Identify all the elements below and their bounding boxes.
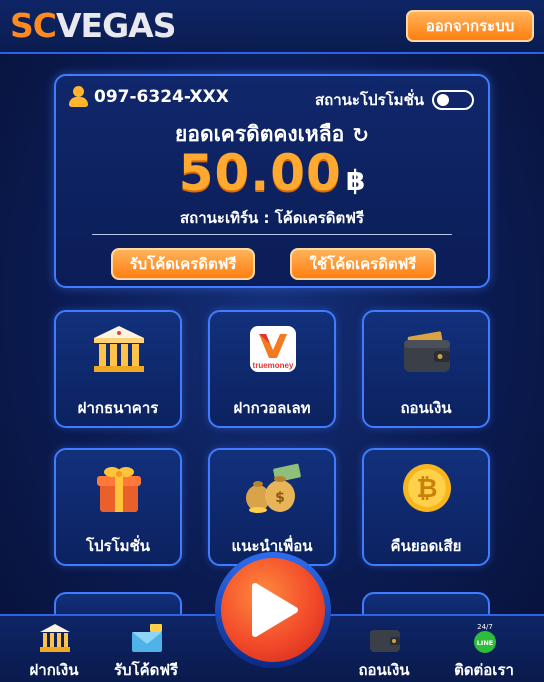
turnover-status: สถานะเทิร์น : โค้ดเครดิตฟรี	[180, 209, 364, 227]
currency-symbol: ฿	[345, 164, 366, 197]
truemoney-text: truemoney	[253, 361, 294, 370]
user-icon	[68, 86, 88, 108]
svg-text:₿: ₿	[416, 474, 437, 504]
logo-sc: SC	[10, 6, 57, 45]
promo-status-label: สถานะโปรโมชั่น	[315, 91, 424, 109]
play-icon	[252, 583, 298, 637]
menu-tile-label: ฝากธนาคาร	[77, 399, 159, 417]
promo-status-row: สถานะโปรโมชั่น	[315, 88, 474, 112]
header: SCVEGAS ออกจากระบบ	[0, 0, 544, 54]
divider	[92, 234, 452, 235]
phone-row: 097-6324-XXX	[68, 86, 229, 108]
wallet-icon	[404, 331, 450, 372]
nav-free-code[interactable]: รับโค้ดฟรี	[96, 616, 196, 682]
balance-amount: 50.00	[178, 144, 342, 202]
line-icon: 24/7 LINE	[474, 623, 496, 653]
line-text: LINE	[477, 639, 493, 647]
get-free-code-button[interactable]: รับโค้ดเครดิตฟรี	[111, 248, 255, 280]
promo-toggle[interactable]	[432, 90, 474, 110]
menu-tile-bank-deposit[interactable]: ฝากธนาคาร	[54, 310, 182, 428]
menu-tile-refer-friend[interactable]: $ แนะนำเพื่อน	[208, 448, 336, 566]
menu-tile-label: ฝากวอลเลท	[233, 399, 311, 417]
menu-tile-promotion[interactable]: โปรโมชั่น	[54, 448, 182, 566]
account-card: 097-6324-XXX สถานะโปรโมชั่น ยอดเครดิตคงเ…	[54, 74, 490, 288]
nav-label: ติดต่อเรา	[454, 661, 514, 679]
nav-label: รับโค้ดฟรี	[113, 661, 179, 679]
menu-tile-label: ถอนเงิน	[400, 399, 452, 417]
menu-tile-label: คืนยอดเสีย	[390, 537, 462, 555]
toggle-knob	[437, 94, 449, 106]
logo-vegas: VEGAS	[56, 6, 176, 45]
logo[interactable]: SCVEGAS	[10, 6, 176, 45]
phone-number: 097-6324-XXX	[94, 87, 229, 107]
support-badge: 24/7	[477, 623, 493, 631]
bank-icon	[94, 326, 144, 372]
bitcoin-icon: ₿	[403, 464, 451, 512]
bank-icon	[40, 624, 70, 652]
menu-tile-cashback[interactable]: ₿ คืนยอดเสีย	[362, 448, 490, 566]
balance-row: 50.00 ฿	[56, 144, 488, 202]
menu-tile-wallet-deposit[interactable]: truemoney ฝากวอลเลท	[208, 310, 336, 428]
truemoney-icon: truemoney	[250, 326, 296, 372]
svg-text:$: $	[275, 490, 285, 506]
nav-contact[interactable]: 24/7 LINE ติดต่อเรา	[434, 616, 534, 682]
wallet-icon	[370, 630, 400, 652]
money-bags-icon: $	[246, 463, 301, 513]
menu-tile-withdraw[interactable]: ถอนเงิน	[362, 310, 490, 428]
logout-button[interactable]: ออกจากระบบ	[406, 10, 534, 42]
credit-title: ยอดเครดิตคงเหลือ	[175, 122, 345, 146]
use-free-code-button[interactable]: ใช้โค้ดเครดิตฟรี	[290, 248, 436, 280]
nav-withdraw[interactable]: ถอนเงิน	[334, 616, 434, 682]
nav-deposit[interactable]: ฝากเงิน	[4, 616, 104, 682]
nav-label: ฝากเงิน	[29, 661, 79, 679]
menu-tile-label: โปรโมชั่น	[85, 537, 150, 555]
gift-icon	[97, 467, 141, 512]
envelope-icon	[132, 624, 162, 652]
play-button[interactable]	[221, 558, 325, 662]
nav-label: ถอนเงิน	[358, 661, 410, 679]
